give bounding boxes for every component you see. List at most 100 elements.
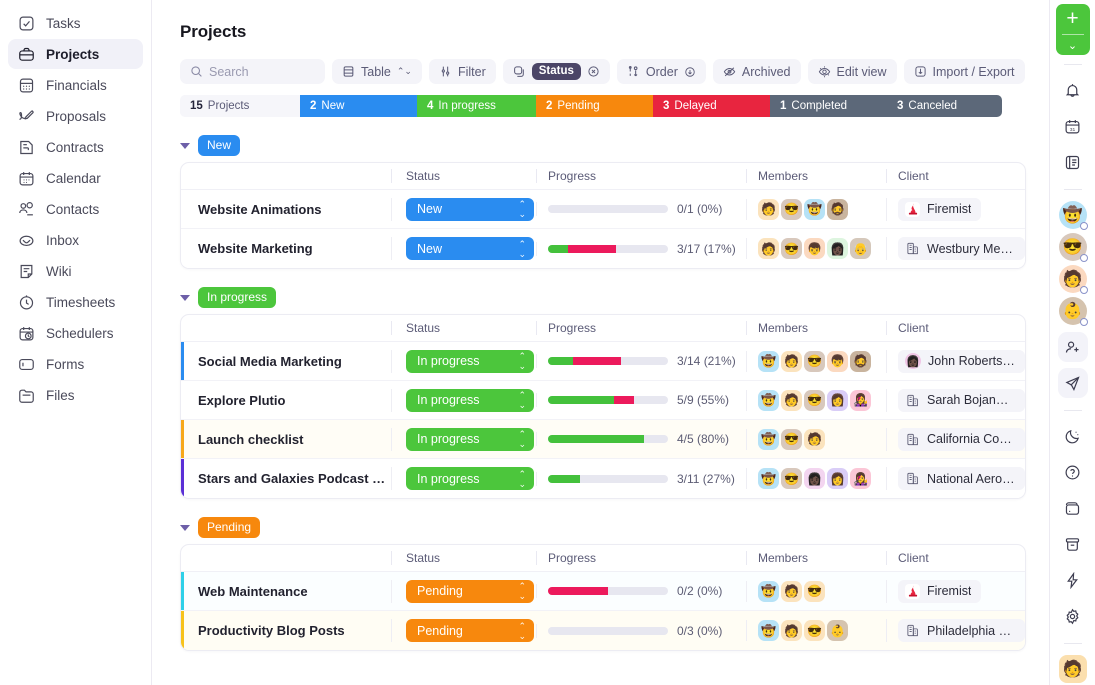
edit-view-button[interactable]: Edit view	[807, 59, 897, 84]
moon-icon[interactable]	[1058, 421, 1088, 451]
sidebar-item-contacts[interactable]: Contacts	[8, 194, 143, 224]
project-name[interactable]: Web Maintenance	[181, 584, 391, 599]
avatar[interactable]: 😎	[781, 198, 802, 220]
avatar[interactable]: 🧑	[781, 389, 802, 411]
avatar[interactable]: 🧑	[1058, 655, 1087, 683]
client-chip[interactable]: National Aeronaut...	[898, 467, 1025, 490]
avatar[interactable]: 🧑	[758, 198, 779, 220]
add-button[interactable]: + ⌄	[1055, 4, 1090, 55]
client-chip[interactable]: California Counsel...	[898, 427, 1025, 451]
avatar[interactable]: 😎	[804, 580, 825, 602]
search-input[interactable]: Search	[180, 59, 325, 84]
table-row[interactable]: Website Marketing New ⌃ ⌄ 3/17 (17%) 🧑 😎 👦 👩🏿 👴 We…	[181, 229, 1025, 268]
avatar[interactable]: 👦	[827, 350, 848, 372]
project-name[interactable]: Explore Plutio	[181, 393, 391, 408]
project-name[interactable]: Website Animations	[181, 202, 391, 217]
archived-button[interactable]: Archived	[712, 59, 801, 84]
member-avatars[interactable]: 🧑 😎 👦 👩🏿 👴	[758, 238, 873, 259]
status-select[interactable]: In progress ⌃ ⌄	[406, 467, 534, 490]
member-avatars[interactable]: 🤠 😎 🧑	[758, 428, 827, 450]
avatar[interactable]: 😎	[1058, 233, 1088, 262]
avatar[interactable]: 🤠	[758, 620, 779, 641]
client-chip[interactable]: Westbury Media	[898, 237, 1025, 260]
sidebar-item-calendar[interactable]: Calendar	[8, 163, 143, 193]
sidebar-item-files[interactable]: Files	[8, 380, 143, 410]
group-chip[interactable]: New	[198, 135, 241, 156]
status-select[interactable]: Pending ⌃ ⌄	[406, 579, 534, 603]
status-select[interactable]: In progress ⌃ ⌄	[406, 427, 534, 451]
status-segment-delayed[interactable]: 3 Delayed	[653, 95, 770, 117]
status-segment-total[interactable]: 15 Projects	[180, 95, 300, 117]
avatar[interactable]: 🤠	[758, 428, 779, 450]
avatar[interactable]: 👩🏿	[827, 238, 848, 259]
status-select[interactable]: Pending ⌃ ⌄	[406, 619, 534, 642]
project-name[interactable]: Launch checklist	[181, 432, 391, 447]
bell-icon[interactable]	[1058, 75, 1088, 105]
client-chip[interactable]: Firemist	[898, 579, 982, 603]
chevron-down-icon[interactable]: ⌄	[1056, 35, 1090, 55]
avatar[interactable]: 👩‍🎤	[850, 468, 871, 489]
avatar[interactable]: 👦	[804, 238, 825, 259]
table-row[interactable]: Stars and Galaxies Podcast Br... In progr…	[181, 459, 1025, 498]
send-icon[interactable]	[1057, 368, 1088, 398]
status-segment-new[interactable]: 2 New	[300, 95, 417, 117]
avatar[interactable]: 🤠	[758, 468, 779, 489]
sidebar-item-tasks[interactable]: Tasks	[8, 8, 143, 38]
calendar-31-icon[interactable]: 31	[1058, 111, 1088, 141]
sidebar-item-schedulers[interactable]: Schedulers	[8, 318, 143, 348]
table-row[interactable]: Website Animations New ⌃ ⌄ 0/1 (0%) 🧑 😎 🤠 🧔 Firem…	[181, 190, 1025, 229]
bolt-icon[interactable]	[1058, 565, 1088, 595]
avatar[interactable]: 👩	[827, 389, 848, 411]
sidebar-item-proposals[interactable]: Proposals	[8, 101, 143, 131]
group-by-status-button[interactable]: Status	[502, 59, 610, 84]
avatar[interactable]: 🧑	[781, 350, 802, 372]
avatar[interactable]: 🧔	[827, 198, 848, 220]
client-chip[interactable]: Sarah Bojangles C...	[898, 388, 1025, 412]
table-row[interactable]: Explore Plutio In progress ⌃ ⌄ 5/9 (55%) 🤠 🧑 😎 👩…	[181, 381, 1025, 420]
avatar[interactable]: 🤠	[1058, 201, 1088, 230]
avatar[interactable]: 👩	[827, 468, 848, 489]
order-button[interactable]: Order	[616, 59, 706, 84]
member-avatars[interactable]: 🧑 😎 🤠 🧔	[758, 198, 850, 220]
avatar[interactable]: 🧔	[850, 350, 871, 372]
wallet-icon[interactable]	[1058, 493, 1088, 523]
avatar[interactable]: 🤠	[758, 580, 779, 602]
table-row[interactable]: Social Media Marketing In progress ⌃ ⌄ 3/14 …	[181, 342, 1025, 381]
sidebar-item-inbox[interactable]: Inbox	[8, 225, 143, 255]
client-chip[interactable]: Firemist	[898, 197, 982, 221]
table-row[interactable]: Web Maintenance Pending ⌃ ⌄ 0/2 (0%) 🤠 🧑 😎 Firem…	[181, 572, 1025, 611]
group-chip[interactable]: In progress	[198, 287, 277, 308]
import-export-button[interactable]: Import / Export	[903, 59, 1025, 84]
avatar[interactable]: 👴	[850, 238, 871, 259]
status-segment-completed[interactable]: 1 Completed	[770, 95, 887, 117]
member-avatars[interactable]: 🤠 🧑 😎 👩 👩‍🎤	[758, 389, 873, 411]
avatar[interactable]: 🧑	[781, 620, 802, 641]
notes-icon[interactable]	[1058, 147, 1088, 177]
avatar[interactable]: 🤠	[804, 198, 825, 220]
status-segment-in-progress[interactable]: 4 In progress	[417, 95, 536, 117]
avatar[interactable]: 🧑	[1058, 265, 1088, 294]
sidebar-item-projects[interactable]: Projects	[8, 39, 143, 69]
gear-icon[interactable]	[1058, 601, 1088, 631]
sidebar-item-financials[interactable]: Financials	[8, 70, 143, 100]
sidebar-item-timesheets[interactable]: Timesheets	[8, 287, 143, 317]
avatar[interactable]: 👶	[827, 620, 848, 641]
avatar[interactable]: 😎	[781, 238, 802, 259]
status-select[interactable]: In progress ⌃ ⌄	[406, 388, 534, 412]
help-circle-icon[interactable]	[1058, 457, 1088, 487]
avatar[interactable]: 👩‍🎤	[850, 389, 871, 411]
avatar[interactable]: 😎	[781, 428, 802, 450]
member-avatars[interactable]: 🤠 🧑 😎 👦 🧔	[758, 350, 873, 372]
avatar[interactable]: 😎	[804, 620, 825, 641]
sidebar-item-contracts[interactable]: Contracts	[8, 132, 143, 162]
avatar[interactable]: 🤠	[758, 389, 779, 411]
status-select[interactable]: In progress ⌃ ⌄	[406, 349, 534, 373]
status-select[interactable]: New ⌃ ⌄	[406, 197, 534, 221]
avatar[interactable]: 🧑	[758, 238, 779, 259]
status-segment-pending[interactable]: 2 Pending	[536, 95, 653, 117]
avatar[interactable]: 😎	[804, 350, 825, 372]
table-row[interactable]: Productivity Blog Posts Pending ⌃ ⌄ 0/3 (0%)…	[181, 611, 1025, 650]
project-name[interactable]: Stars and Galaxies Podcast Br...	[181, 471, 391, 486]
add-person-icon[interactable]	[1057, 332, 1088, 362]
avatar[interactable]: 👩🏿	[804, 468, 825, 489]
